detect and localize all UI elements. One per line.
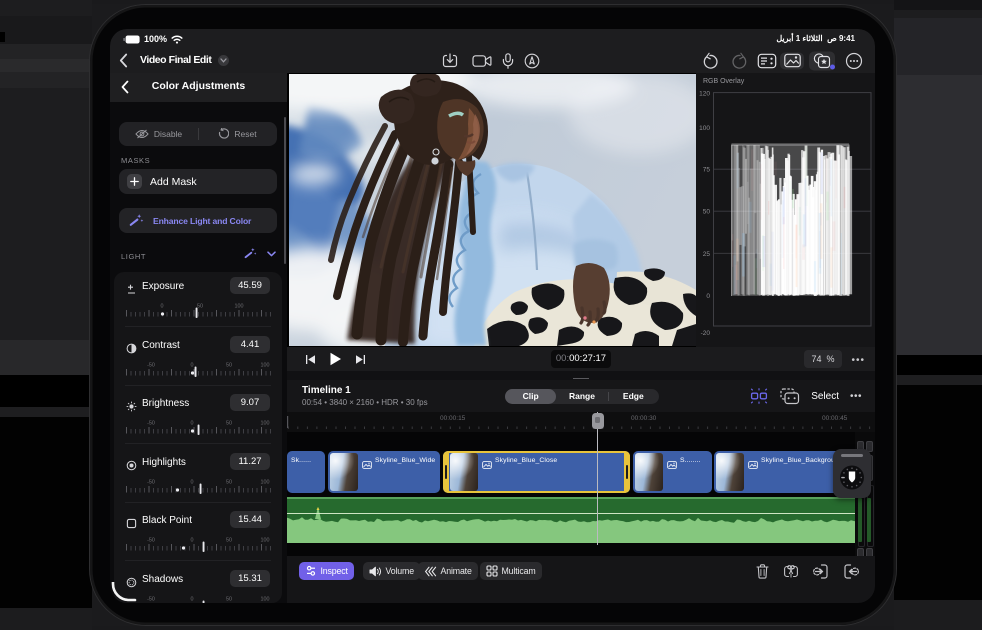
svg-text:50: 50: [226, 538, 232, 544]
svg-text:100: 100: [699, 125, 710, 132]
svg-text:-50: -50: [147, 362, 155, 368]
svg-text:50: 50: [226, 596, 232, 602]
svg-text:100: 100: [261, 421, 270, 427]
svg-text:100: 100: [261, 479, 270, 485]
svg-text:0: 0: [191, 421, 194, 427]
svg-text:-20: -20: [701, 330, 711, 337]
svg-text:0: 0: [191, 479, 194, 485]
svg-text:120: 120: [699, 91, 710, 98]
svg-text:0: 0: [191, 596, 194, 602]
svg-text:0: 0: [191, 362, 194, 368]
svg-text:100: 100: [261, 596, 270, 602]
svg-text:100: 100: [235, 304, 244, 310]
svg-text:50: 50: [226, 479, 232, 485]
svg-text:-50: -50: [147, 538, 155, 544]
svg-text:0: 0: [191, 538, 194, 544]
svg-text:25: 25: [703, 251, 711, 258]
svg-text:50: 50: [703, 209, 711, 216]
svg-text:-50: -50: [147, 479, 155, 485]
svg-text:50: 50: [226, 421, 232, 427]
svg-text:100: 100: [261, 538, 270, 544]
svg-text:100: 100: [261, 362, 270, 368]
svg-text:-50: -50: [147, 596, 155, 602]
svg-text:0: 0: [161, 304, 164, 310]
svg-text:50: 50: [197, 304, 203, 310]
svg-text:50: 50: [226, 362, 232, 368]
svg-text:-50: -50: [147, 421, 155, 427]
svg-text:75: 75: [703, 167, 711, 174]
svg-text:0: 0: [706, 293, 710, 300]
